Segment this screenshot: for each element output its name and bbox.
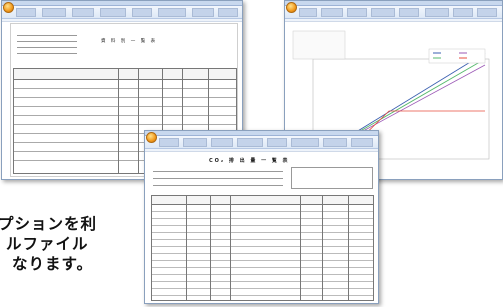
window-report-sheet[interactable]: CO₂ 排 出 量 一 覧 表	[144, 130, 379, 304]
formula-bar[interactable]	[2, 19, 242, 22]
header-lines	[17, 32, 77, 58]
caption-text: プションを利 ルファイル なります。	[0, 214, 144, 274]
sheet-page: CO₂ 排 出 量 一 覧 表	[149, 153, 374, 301]
office-button-icon[interactable]	[3, 2, 14, 13]
office-button-icon[interactable]	[286, 2, 297, 13]
formula-bar[interactable]	[145, 149, 378, 152]
report-title: CO₂ 排 出 量 一 覧 表	[209, 158, 290, 164]
ribbon[interactable]	[2, 6, 242, 19]
summary-block	[153, 167, 283, 191]
report-table	[151, 195, 374, 301]
office-button-icon[interactable]	[146, 132, 157, 143]
caption-line-3: なります。	[12, 255, 93, 273]
caption-line-1: プションを利	[0, 215, 98, 233]
chart-notes	[292, 30, 346, 60]
ribbon[interactable]	[285, 6, 502, 19]
sheet-title: 資 料 別 一 覧 表	[101, 39, 158, 44]
note-box	[291, 167, 373, 189]
chart-legend	[428, 48, 486, 64]
ribbon[interactable]	[145, 136, 378, 149]
caption-line-2: ルファイル	[6, 235, 89, 253]
formula-bar[interactable]	[285, 19, 502, 22]
